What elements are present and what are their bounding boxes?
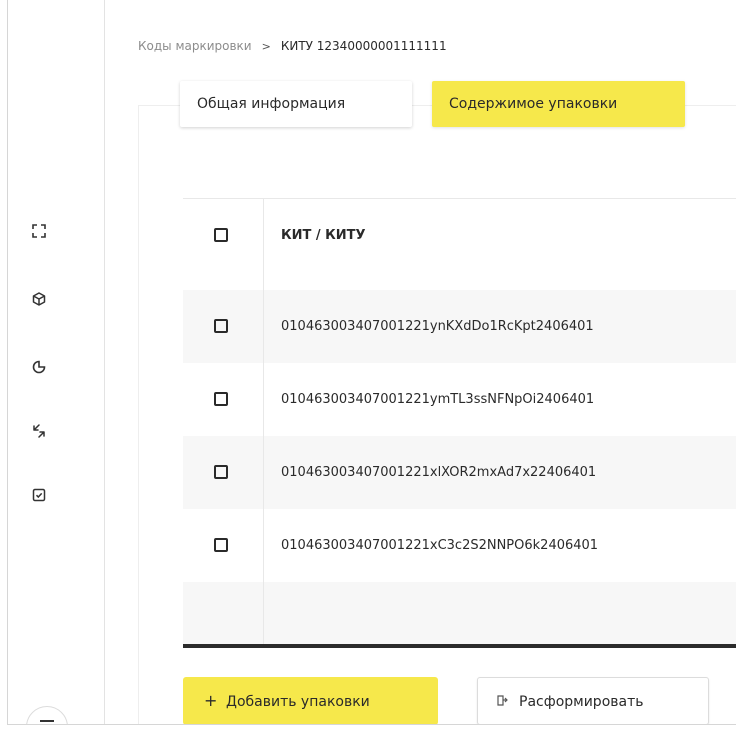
breadcrumb-separator: >: [261, 39, 271, 53]
row-checkbox[interactable]: [214, 392, 228, 406]
row-code: 010463003407001221ynKXdDo1RcKpt2406401: [281, 319, 594, 334]
transfer-icon[interactable]: [32, 424, 46, 438]
plus-icon: +: [204, 691, 218, 710]
disband-label: Расформировать: [519, 694, 644, 710]
row-code: 010463003407001221xC3c2S2NNPO6k2406401: [281, 538, 599, 553]
row-code: 010463003407001221ymTL3ssNFNpOi2406401: [281, 392, 595, 407]
add-packages-label: Добавить упаковки: [226, 694, 370, 710]
add-packages-button[interactable]: + Добавить упаковки: [183, 677, 438, 724]
tab-general-info[interactable]: Общая информация: [180, 81, 412, 127]
row-checkbox[interactable]: [214, 538, 228, 552]
table-row: 010463003407001221ymTL3ssNFNpOi2406401: [183, 363, 736, 436]
breadcrumb-current: КИТУ 12340000001111111: [280, 39, 447, 53]
table-row: 010463003407001221xlXOR2mxAd7x22406401: [183, 436, 736, 509]
table-header-row: КИТ / КИТУ: [183, 199, 736, 272]
pie-chart-icon[interactable]: [32, 360, 46, 374]
column-header-code: КИТ / КИТУ: [281, 228, 366, 243]
checkbox-icon[interactable]: [32, 488, 46, 502]
menu-icon[interactable]: [26, 706, 68, 724]
main-content: Коды маркировки > КИТУ 12340000001111111…: [105, 0, 736, 724]
row-checkbox[interactable]: [214, 319, 228, 333]
select-all-checkbox[interactable]: [214, 228, 228, 242]
app-frame: Коды маркировки > КИТУ 12340000001111111…: [7, 0, 736, 725]
table-empty-row: [183, 582, 736, 644]
table-row: 010463003407001221xC3c2S2NNPO6k2406401: [183, 509, 736, 582]
column-divider: [263, 199, 264, 644]
sidebar: [8, 0, 105, 724]
breadcrumb: Коды маркировки > КИТУ 12340000001111111: [138, 39, 447, 53]
row-checkbox[interactable]: [214, 465, 228, 479]
row-code: 010463003407001221xlXOR2mxAd7x22406401: [281, 465, 597, 480]
table-row: 010463003407001221ynKXdDo1RcKpt2406401: [183, 290, 736, 363]
codes-table: КИТ / КИТУ 010463003407001221ynKXdDo1RcK…: [183, 198, 736, 648]
disband-button[interactable]: Расформировать: [477, 677, 709, 724]
disband-icon: [497, 678, 519, 724]
table-bottom-border: [183, 644, 736, 648]
breadcrumb-parent-link[interactable]: Коды маркировки: [138, 39, 252, 53]
box-icon[interactable]: [32, 292, 46, 306]
tab-package-contents[interactable]: Содержимое упаковки: [432, 81, 685, 127]
scan-icon[interactable]: [32, 224, 46, 238]
